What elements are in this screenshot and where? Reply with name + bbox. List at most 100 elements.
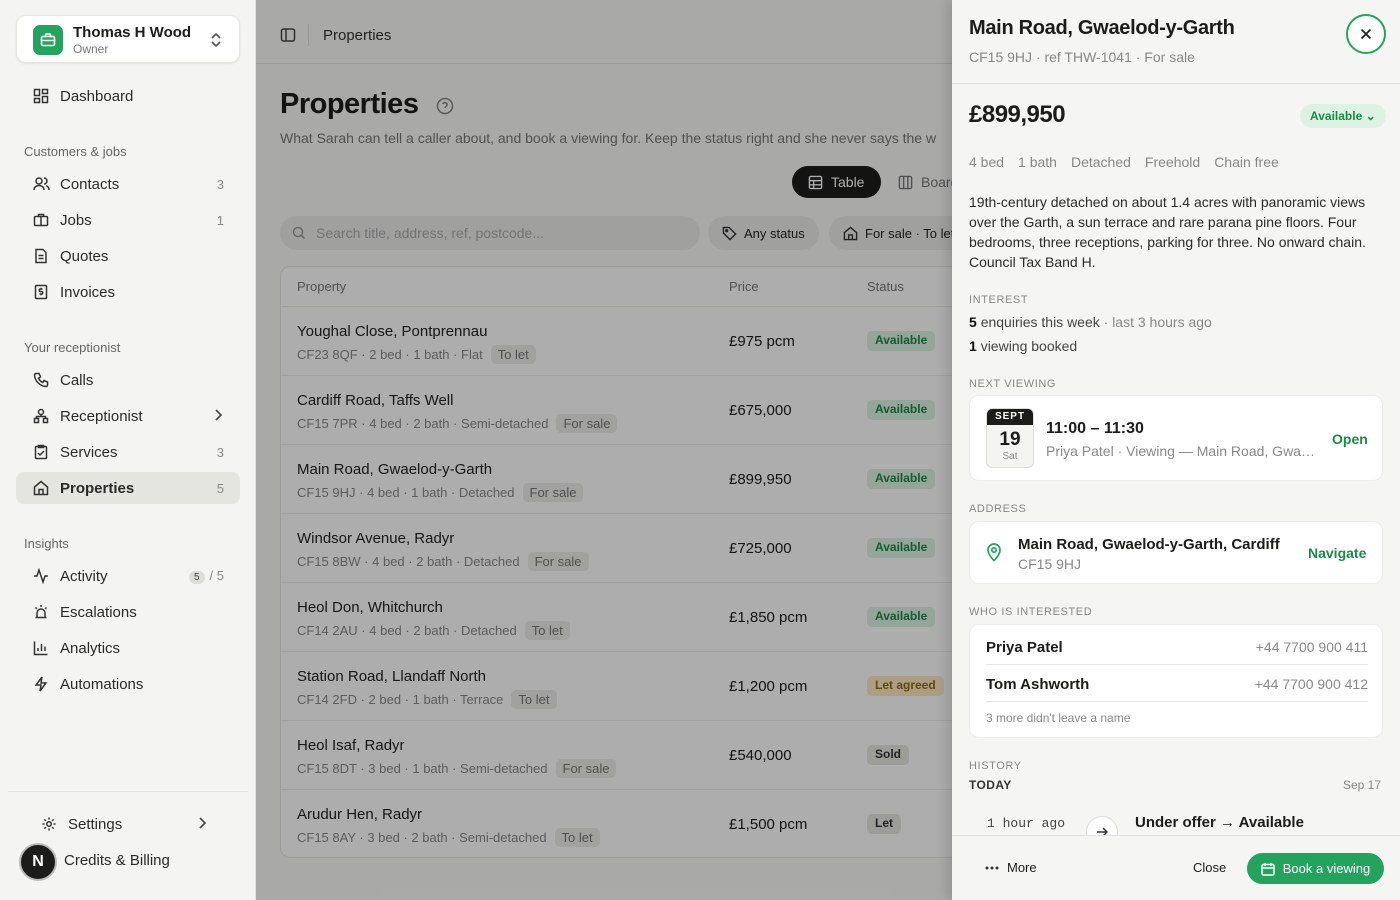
nav-label: Invoices — [60, 283, 116, 301]
enquiries-summary: 5 enquiries this week · last 3 hours ago — [969, 314, 1212, 330]
interest-label: INTEREST — [969, 294, 1029, 306]
account-role: Owner — [73, 42, 109, 56]
navigate-link[interactable]: Navigate — [1308, 545, 1366, 561]
nav-label: Credits & Billing — [64, 851, 170, 869]
chevron-right-icon — [214, 408, 223, 425]
interested-more-note: 3 more didn't leave a name — [986, 711, 1131, 725]
calendar-day: 19 — [999, 429, 1021, 450]
ellipsis-icon — [985, 866, 999, 869]
nav-escalations[interactable]: Escalations — [16, 596, 240, 628]
book-viewing-button[interactable]: Book a viewing — [1247, 853, 1384, 884]
nav-count: 3 — [216, 444, 224, 460]
interested-person[interactable]: Priya Patel +44 7700 900 411 — [986, 628, 1368, 665]
property-description: 19th-century detached on about 1.4 acres… — [969, 194, 1366, 270]
nav-count: 5 — [216, 480, 224, 496]
account-switcher[interactable]: Thomas H Wood Owner — [16, 15, 240, 63]
fact-tenure: Freehold — [1144, 154, 1201, 170]
nav-receptionist[interactable]: Receptionist — [16, 400, 240, 432]
nav-activity[interactable]: Activity 5/ 5 — [16, 560, 240, 592]
nav-label: Calls — [60, 371, 94, 389]
nav-label: Activity — [60, 567, 108, 585]
interested-card: Priya Patel +44 7700 900 411 Tom Ashwort… — [969, 624, 1383, 738]
next-viewing-label: NEXT VIEWING — [969, 378, 1057, 390]
viewing-count: 1 — [969, 338, 977, 354]
section-insights: Insights — [24, 536, 69, 551]
close-button[interactable] — [1346, 14, 1386, 54]
person-name: Priya Patel — [986, 639, 1063, 656]
open-viewing-link[interactable]: Open — [1332, 431, 1368, 447]
address-label: ADDRESS — [969, 503, 1027, 515]
next-viewing-card[interactable]: SEPT 19 Sat 11:00 – 11:30 Priya Patel · … — [969, 395, 1383, 481]
address-card: Main Road, Gwaelod-y-Garth, Cardiff CF15… — [969, 521, 1383, 584]
enquiries-text: enquiries this week — [980, 314, 1100, 330]
close-icon — [1360, 28, 1372, 40]
viewing-time: 11:00 – 11:30 — [1046, 420, 1144, 437]
person-phone[interactable]: +44 7700 900 412 — [1255, 676, 1368, 692]
drawer-subtitle: CF15 9HJ · ref THW-1041 · For sale — [969, 49, 1195, 65]
document-icon — [32, 247, 50, 265]
activity-sep: / — [209, 568, 214, 583]
activity-badge: 5 — [188, 571, 205, 584]
activity-icon — [32, 567, 50, 585]
drawer-footer: More Close Book a viewing — [952, 835, 1400, 900]
history-time: 1 hour ago — [987, 816, 1066, 831]
app-root: Thomas H Wood Owner Dashboard Customers … — [0, 0, 1400, 900]
nav-credits-billing[interactable]: Credits & Billing — [48, 844, 228, 876]
home-icon — [32, 479, 50, 497]
nav-count: 1 — [216, 212, 224, 228]
nav-label: Properties — [60, 479, 135, 497]
section-customers-jobs: Customers & jobs — [24, 144, 127, 159]
interested-label: WHO IS INTERESTED — [969, 606, 1093, 618]
drawer-header: Main Road, Gwaelod-y-Garth CF15 9HJ · re… — [952, 0, 1400, 84]
activity-count: 5 — [216, 568, 224, 583]
property-facts: 4 bed 1 bath Detached Freehold Chain free — [969, 154, 1293, 170]
nav-invoices[interactable]: Invoices — [16, 276, 240, 308]
siren-icon — [32, 603, 50, 621]
clipboard-icon — [32, 443, 50, 461]
nav-label: Settings — [68, 815, 123, 833]
dashboard-icon — [32, 87, 50, 105]
map-pin-icon — [986, 542, 1002, 567]
briefcase-icon — [32, 211, 50, 229]
history-group-date: Sep 17 — [1343, 778, 1382, 792]
nav-dashboard[interactable]: Dashboard — [16, 80, 240, 112]
address-line: Main Road, Gwaelod-y-Garth, Cardiff — [1018, 536, 1280, 553]
nav-label: Analytics — [60, 639, 121, 657]
nav-analytics[interactable]: Analytics — [16, 632, 240, 664]
drawer-title: Main Road, Gwaelod-y-Garth — [969, 17, 1235, 39]
fact-chain: Chain free — [1214, 154, 1279, 170]
chevron-right-icon — [198, 816, 207, 833]
nav-label: Automations — [60, 675, 144, 693]
nav-settings[interactable]: Settings — [24, 808, 224, 840]
fact-bathrooms: 1 bath — [1018, 154, 1057, 170]
nav-activity-counter: 5/ 5 — [188, 568, 224, 584]
chevron-updown-icon — [209, 32, 223, 53]
nav-label: Dashboard — [60, 87, 134, 105]
nav-contacts[interactable]: Contacts 3 — [16, 168, 240, 200]
viewing-description: Priya Patel · Viewing — Main Road, Gwael… — [1046, 443, 1321, 459]
fact-type: Detached — [1070, 154, 1131, 170]
history-group-today: TODAY — [969, 778, 1012, 792]
invoice-icon — [32, 283, 50, 301]
calendar-date: SEPT 19 Sat — [986, 408, 1034, 468]
status-dropdown[interactable]: Available ⌄ — [1300, 104, 1386, 128]
phone-icon — [32, 371, 50, 389]
nav-calls[interactable]: Calls — [16, 364, 240, 396]
person-name: Tom Ashworth — [986, 676, 1090, 693]
close-drawer-button[interactable]: Close — [1193, 860, 1226, 875]
sidebar-divider — [8, 791, 248, 792]
sidebar: Thomas H Wood Owner Dashboard Customers … — [0, 0, 256, 900]
nav-quotes[interactable]: Quotes — [16, 240, 240, 272]
nav-services[interactable]: Services 3 — [16, 436, 240, 468]
nav-jobs[interactable]: Jobs 1 — [16, 204, 240, 236]
interested-person[interactable]: Tom Ashworth +44 7700 900 412 — [986, 665, 1368, 702]
more-button[interactable]: More — [985, 860, 1037, 875]
nav-automations[interactable]: Automations — [16, 668, 240, 700]
address-postcode: CF15 9HJ — [1018, 556, 1082, 572]
calendar-month: SEPT — [987, 409, 1033, 425]
nav-properties[interactable]: Properties 5 — [16, 472, 240, 504]
history-label: HISTORY — [969, 760, 1022, 772]
calendar-icon — [1261, 862, 1275, 876]
briefcase-logo-icon — [33, 25, 63, 55]
person-phone[interactable]: +44 7700 900 411 — [1256, 639, 1368, 655]
